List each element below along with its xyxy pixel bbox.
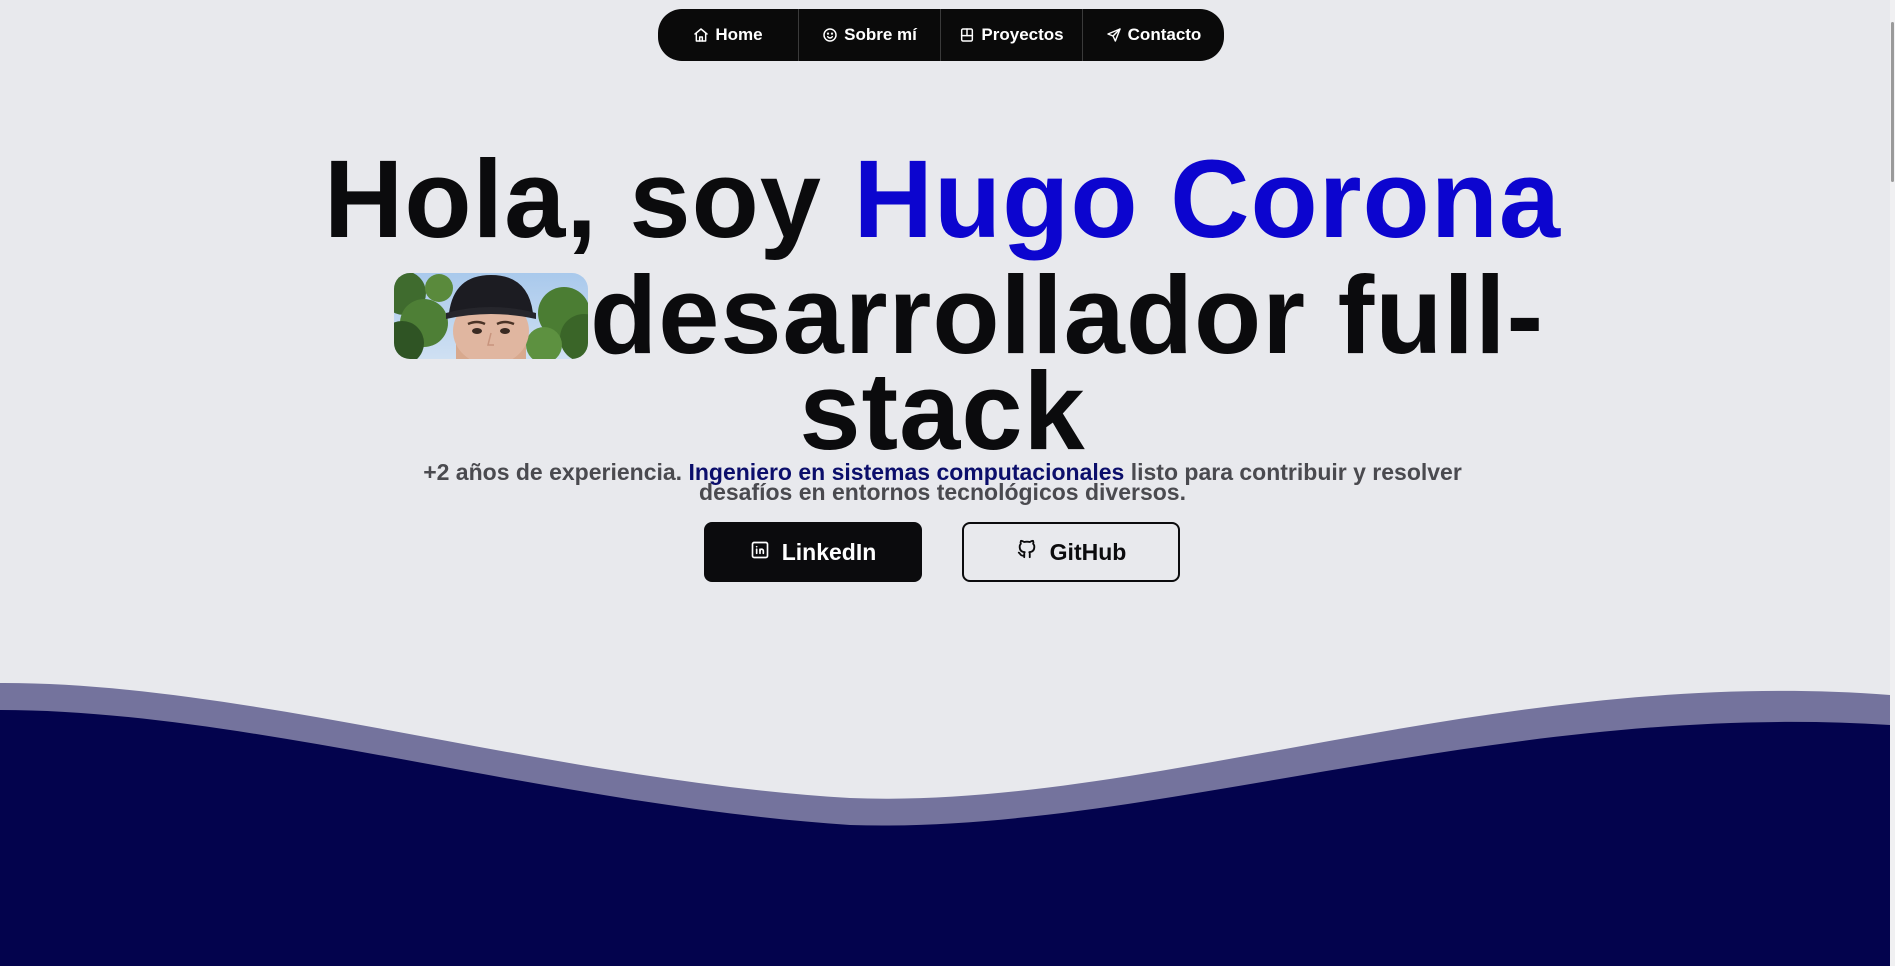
scrollbar[interactable] xyxy=(1890,0,1895,966)
nav-item-contacto[interactable]: Contacto xyxy=(1083,9,1224,61)
nav-item-label: Proyectos xyxy=(981,25,1064,44)
github-button-label: GitHub xyxy=(1049,538,1127,565)
nav-item-home[interactable]: Home xyxy=(658,9,799,61)
wave-divider xyxy=(0,682,1890,966)
page: Home Sobre mí Proyectos Contacto Hola, s… xyxy=(0,0,1895,966)
hero-greeting: Hola, soy xyxy=(323,138,822,261)
linkedin-button-label: LinkedIn xyxy=(781,538,877,565)
smile-icon xyxy=(822,27,838,43)
scrollbar-thumb[interactable] xyxy=(1891,22,1894,182)
nav-item-proyectos[interactable]: Proyectos xyxy=(941,9,1083,61)
github-icon xyxy=(1016,538,1038,566)
avatar xyxy=(394,273,588,359)
github-button[interactable]: GitHub xyxy=(962,522,1180,582)
hero-subtitle: +2 años de experiencia. Ingeniero en sis… xyxy=(420,459,1465,504)
nav-item-sobre-mi[interactable]: Sobre mí xyxy=(799,9,941,61)
home-icon xyxy=(693,27,709,43)
linkedin-icon xyxy=(750,539,770,566)
nav-item-label: Contacto xyxy=(1127,25,1202,44)
main-nav: Home Sobre mí Proyectos Contacto xyxy=(658,9,1224,61)
linkedin-button[interactable]: LinkedIn xyxy=(704,522,922,582)
hero-name: Hugo Corona xyxy=(853,138,1562,261)
nav-item-label: Sobre mí xyxy=(844,25,917,44)
hero-heading: Hola, soy Hugo Corona xyxy=(0,140,1885,260)
hero-role-continued: stack xyxy=(799,350,1086,473)
projects-icon xyxy=(959,27,975,43)
nav-item-label: Home xyxy=(715,25,763,44)
send-icon xyxy=(1106,27,1122,43)
subtitle-prefix: +2 años de experiencia. xyxy=(423,459,683,485)
